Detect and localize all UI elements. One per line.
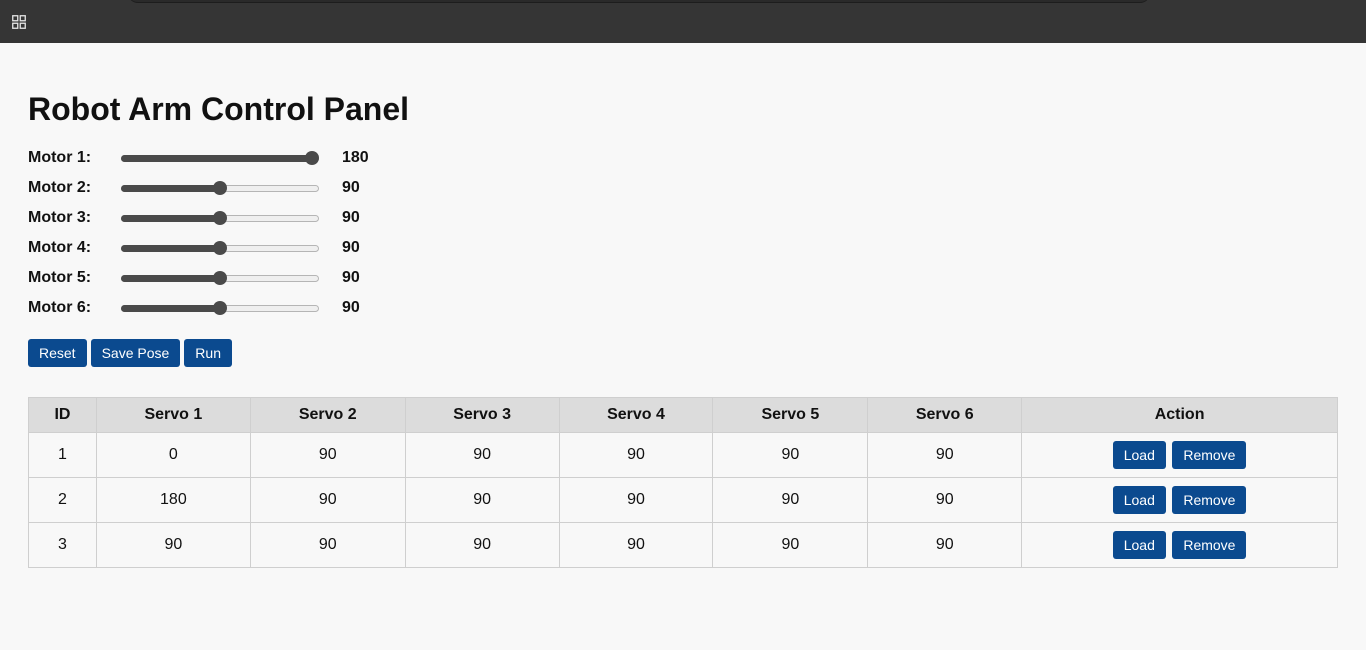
motor-3-slider[interactable] — [121, 211, 319, 225]
cell-servo-1: 0 — [95, 432, 251, 478]
slider-thumb[interactable] — [213, 211, 227, 225]
motor-row-1: Motor 1: 180 — [28, 148, 448, 168]
motor-1-slider[interactable] — [121, 151, 319, 165]
top-bar-handle — [128, 0, 1150, 3]
header-servo-1: Servo 1 — [95, 397, 251, 433]
save-pose-button[interactable]: Save Pose — [90, 339, 181, 367]
cell-action: Load Remove — [1021, 432, 1338, 478]
apps-grid-icon[interactable] — [12, 15, 26, 29]
saved-poses-table: ID Servo 1 Servo 2 Servo 3 Servo 4 Servo… — [28, 397, 1338, 568]
motor-6-slider[interactable] — [121, 301, 319, 315]
header-servo-2: Servo 2 — [249, 397, 406, 433]
motor-label: Motor 3: — [28, 209, 92, 226]
table-header-row: ID Servo 1 Servo 2 Servo 3 Servo 4 Servo… — [28, 397, 1338, 433]
cell-servo-2: 90 — [249, 432, 406, 478]
slider-fill — [121, 185, 220, 192]
cell-id: 3 — [28, 522, 97, 568]
table-row: 2 180 90 90 90 90 90 Load Remove — [28, 477, 1338, 523]
cell-servo-4: 90 — [558, 477, 714, 523]
motor-2-slider[interactable] — [121, 181, 319, 195]
reset-button[interactable]: Reset — [28, 339, 87, 367]
cell-id: 1 — [28, 432, 97, 478]
load-button[interactable]: Load — [1112, 486, 1166, 514]
slider-fill — [121, 305, 220, 312]
cell-servo-3: 90 — [404, 522, 560, 568]
motor-value: 90 — [342, 239, 360, 256]
motor-value: 180 — [342, 149, 369, 166]
motor-row-3: Motor 3: 90 — [28, 208, 448, 228]
cell-id: 2 — [28, 477, 97, 523]
cell-servo-2: 90 — [249, 522, 406, 568]
slider-fill — [121, 155, 312, 162]
cell-servo-1: 90 — [95, 522, 251, 568]
page-title: Robot Arm Control Panel — [28, 91, 410, 127]
cell-servo-6: 90 — [867, 477, 1023, 523]
table-row: 1 0 90 90 90 90 90 Load Remove — [28, 432, 1338, 478]
motor-row-5: Motor 5: 90 — [28, 268, 448, 288]
remove-button[interactable]: Remove — [1172, 531, 1247, 559]
table-row: 3 90 90 90 90 90 90 Load Remove — [28, 522, 1338, 568]
cell-action: Load Remove — [1021, 522, 1338, 568]
cell-servo-1: 180 — [95, 477, 251, 523]
slider-fill — [121, 215, 220, 222]
header-servo-4: Servo 4 — [558, 397, 714, 433]
motor-row-4: Motor 4: 90 — [28, 238, 448, 258]
run-button[interactable]: Run — [184, 339, 232, 367]
slider-fill — [121, 275, 220, 282]
motor-label: Motor 2: — [28, 179, 92, 196]
remove-button[interactable]: Remove — [1172, 486, 1247, 514]
cell-servo-3: 90 — [404, 477, 560, 523]
motor-5-slider[interactable] — [121, 271, 319, 285]
header-servo-6: Servo 6 — [867, 397, 1023, 433]
motor-value: 90 — [342, 299, 360, 316]
slider-thumb[interactable] — [213, 241, 227, 255]
motor-label: Motor 1: — [28, 149, 92, 166]
header-servo-5: Servo 5 — [712, 397, 869, 433]
cell-servo-5: 90 — [712, 522, 869, 568]
slider-thumb[interactable] — [213, 181, 227, 195]
load-button[interactable]: Load — [1112, 531, 1166, 559]
slider-thumb[interactable] — [213, 301, 227, 315]
remove-button[interactable]: Remove — [1172, 441, 1247, 469]
slider-thumb[interactable] — [305, 151, 319, 165]
slider-fill — [121, 245, 220, 252]
motor-value: 90 — [342, 179, 360, 196]
cell-servo-6: 90 — [867, 432, 1023, 478]
slider-thumb[interactable] — [213, 271, 227, 285]
cell-servo-6: 90 — [867, 522, 1023, 568]
motor-row-6: Motor 6: 90 — [28, 298, 448, 318]
cell-action: Load Remove — [1021, 477, 1338, 523]
cell-servo-5: 90 — [712, 477, 869, 523]
motor-row-2: Motor 2: 90 — [28, 178, 448, 198]
motor-label: Motor 4: — [28, 239, 92, 256]
motor-value: 90 — [342, 209, 360, 226]
header-action: Action — [1021, 397, 1338, 433]
cell-servo-4: 90 — [558, 522, 714, 568]
motor-label: Motor 6: — [28, 299, 92, 316]
control-buttons: Reset Save Pose Run — [28, 339, 232, 367]
load-button[interactable]: Load — [1112, 441, 1166, 469]
top-bar — [0, 0, 1366, 43]
motor-label: Motor 5: — [28, 269, 92, 286]
motor-4-slider[interactable] — [121, 241, 319, 255]
header-id: ID — [28, 397, 97, 433]
cell-servo-2: 90 — [249, 477, 406, 523]
cell-servo-3: 90 — [404, 432, 560, 478]
header-servo-3: Servo 3 — [404, 397, 560, 433]
cell-servo-5: 90 — [712, 432, 869, 478]
motor-value: 90 — [342, 269, 360, 286]
cell-servo-4: 90 — [558, 432, 714, 478]
